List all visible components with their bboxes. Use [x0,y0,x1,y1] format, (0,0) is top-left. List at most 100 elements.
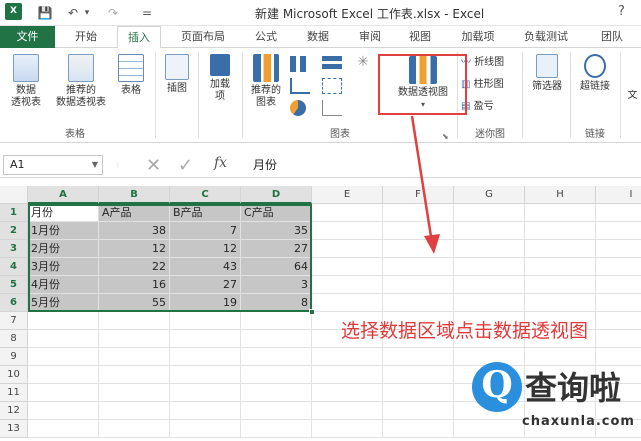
column-header-e[interactable]: E [312,186,383,204]
cell-c2[interactable]: 7 [170,222,241,240]
slicer-button[interactable]: 筛选器 [526,54,568,93]
cell-f12[interactable] [383,402,454,420]
cell-g6[interactable] [454,294,525,312]
cell-e4[interactable] [312,258,383,276]
sparkline-line-button[interactable]: 〰 折线图 [461,56,504,70]
row-header-11[interactable]: 11 [0,384,28,402]
column-chart-icon[interactable] [290,56,310,72]
cell-i6[interactable] [596,294,641,312]
cell-a1[interactable]: 月份 [28,204,99,222]
cell-e2[interactable] [312,222,383,240]
row-header-2[interactable]: 2 [0,222,28,240]
cell-f6[interactable] [383,294,454,312]
recommended-charts-button[interactable]: 推荐的 图表 [246,54,286,109]
row-header-8[interactable]: 8 [0,330,28,348]
cell-a9[interactable] [28,348,99,366]
sparkline-column-button[interactable]: ▥ 柱形图 [461,78,504,92]
row-header-1[interactable]: 1 [0,204,28,222]
scatter-chart-icon[interactable] [322,100,342,116]
cell-e5[interactable] [312,276,383,294]
redo-icon[interactable]: ↷ [104,4,122,22]
cell-e12[interactable] [312,402,383,420]
cell-b3[interactable]: 12 [99,240,170,258]
cell-g1[interactable] [454,204,525,222]
formula-input[interactable]: 月份 [245,155,635,175]
cell-g5[interactable] [454,276,525,294]
cell-a10[interactable] [28,366,99,384]
cell-a13[interactable] [28,420,99,438]
cell-d11[interactable] [241,384,312,402]
cell-b10[interactable] [99,366,170,384]
tab-team[interactable]: 团队 [590,26,634,48]
cell-h3[interactable] [525,240,596,258]
cell-f3[interactable] [383,240,454,258]
cell-a12[interactable] [28,402,99,420]
bar-chart-icon[interactable] [322,56,342,72]
cell-d6[interactable]: 8 [241,294,312,312]
cell-c10[interactable] [170,366,241,384]
column-header-h[interactable]: H [525,186,596,204]
cell-a2[interactable]: 1月份 [28,222,99,240]
cell-b12[interactable] [99,402,170,420]
undo-icon[interactable]: ↶ [64,4,82,22]
row-header-9[interactable]: 9 [0,348,28,366]
cell-a5[interactable]: 4月份 [28,276,99,294]
cell-b8[interactable] [99,330,170,348]
name-box[interactable]: A1 ▼ [3,155,103,175]
cell-f13[interactable] [383,420,454,438]
tab-load-test[interactable]: 负载测试 [513,26,579,48]
cell-d8[interactable] [241,330,312,348]
cell-f9[interactable] [383,348,454,366]
cell-b6[interactable]: 55 [99,294,170,312]
cell-g4[interactable] [454,258,525,276]
cell-d2[interactable]: 35 [241,222,312,240]
cell-d1[interactable]: C产品 [241,204,312,222]
other-charts-icon[interactable]: ✳ [354,55,372,72]
cell-c9[interactable] [170,348,241,366]
cell-c8[interactable] [170,330,241,348]
cell-a7[interactable] [28,312,99,330]
tab-page-layout[interactable]: 页面布局 [170,26,236,48]
cell-b2[interactable]: 38 [99,222,170,240]
cell-c7[interactable] [170,312,241,330]
cell-e11[interactable] [312,384,383,402]
cell-e6[interactable] [312,294,383,312]
cell-h5[interactable] [525,276,596,294]
cell-a4[interactable]: 3月份 [28,258,99,276]
cell-e9[interactable] [312,348,383,366]
row-header-12[interactable]: 12 [0,402,28,420]
cell-a3[interactable]: 2月份 [28,240,99,258]
cell-d4[interactable]: 64 [241,258,312,276]
line-chart-icon[interactable] [290,78,310,94]
cell-i3[interactable] [596,240,641,258]
select-all-corner[interactable] [0,186,28,204]
addins-button[interactable]: 加载 项 [202,54,238,103]
save-icon[interactable]: 💾 [36,4,54,22]
column-header-b[interactable]: B [99,186,170,204]
cell-b7[interactable] [99,312,170,330]
cell-f10[interactable] [383,366,454,384]
tab-review[interactable]: 审阅 [348,26,392,48]
tab-file[interactable]: 文件 [0,26,55,48]
cell-h1[interactable] [525,204,596,222]
row-header-4[interactable]: 4 [0,258,28,276]
cell-a11[interactable] [28,384,99,402]
tab-insert[interactable]: 插入 [117,26,161,49]
row-header-7[interactable]: 7 [0,312,28,330]
pivot-table-button[interactable]: 数据 透视表 [4,54,48,109]
cell-e3[interactable] [312,240,383,258]
cell-g2[interactable] [454,222,525,240]
enter-icon[interactable]: ✓ [178,155,193,176]
insert-function-icon[interactable]: fx [214,155,227,171]
cell-c12[interactable] [170,402,241,420]
cell-b9[interactable] [99,348,170,366]
column-header-a[interactable]: A [28,186,99,204]
cell-i1[interactable] [596,204,641,222]
hyperlink-button[interactable]: 超链接 [574,54,616,93]
table-button[interactable]: 表格 [112,54,150,97]
fill-handle[interactable] [309,309,315,315]
text-button[interactable]: 文 [624,90,641,102]
cell-h2[interactable] [525,222,596,240]
tab-formulas[interactable]: 公式 [244,26,288,48]
name-box-dropdown-icon[interactable]: ▼ [92,156,98,174]
